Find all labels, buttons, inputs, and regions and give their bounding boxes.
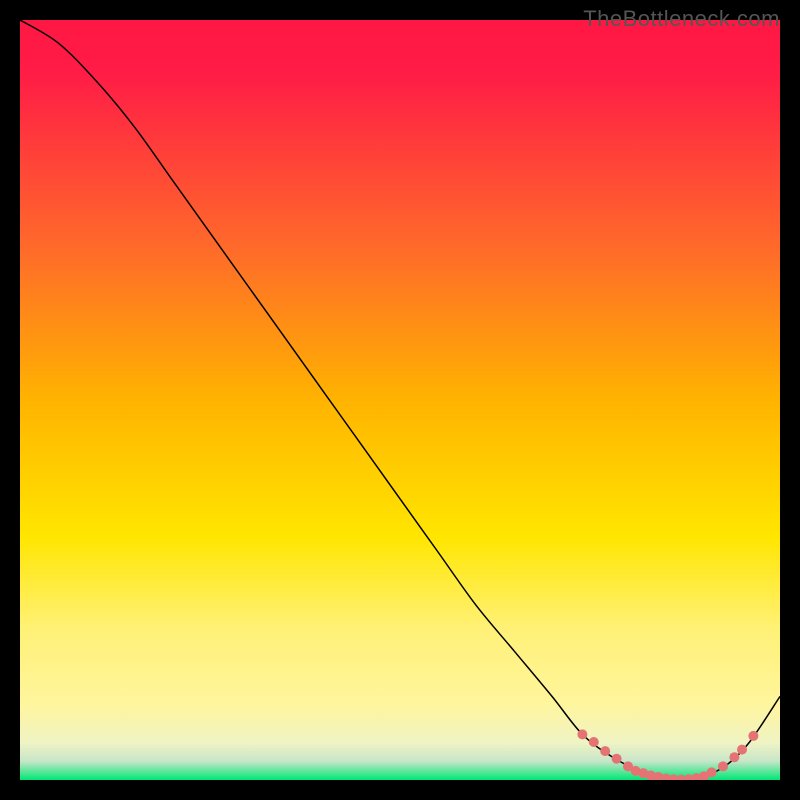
marker-dot bbox=[600, 746, 610, 756]
highlight-dots bbox=[577, 729, 758, 780]
marker-dot bbox=[729, 752, 739, 762]
curve-layer bbox=[20, 20, 780, 780]
marker-dot bbox=[718, 761, 728, 771]
marker-dot bbox=[737, 745, 747, 755]
marker-dot bbox=[589, 737, 599, 747]
marker-dot bbox=[612, 754, 622, 764]
marker-dot bbox=[577, 729, 587, 739]
marker-dot bbox=[707, 767, 717, 777]
watermark-text: TheBottleneck.com bbox=[583, 6, 780, 32]
marker-dot bbox=[748, 731, 758, 741]
plot-area bbox=[20, 20, 780, 780]
bottleneck-curve bbox=[20, 20, 780, 780]
